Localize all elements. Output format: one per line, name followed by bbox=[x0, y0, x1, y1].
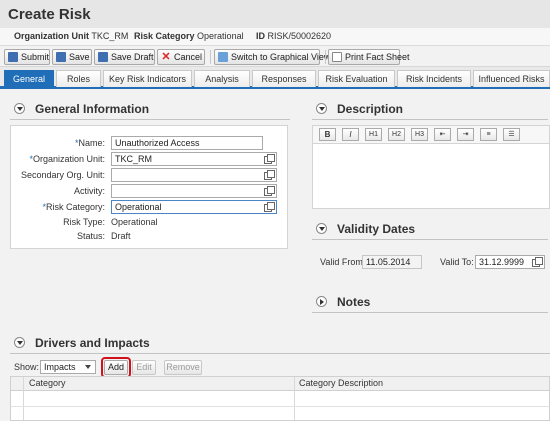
activity-field[interactable] bbox=[111, 184, 277, 198]
content-area: General Information *Name: Unauthorized … bbox=[0, 92, 550, 421]
edit-button[interactable]: Edit bbox=[132, 360, 156, 375]
row-selector-divider bbox=[23, 377, 24, 420]
secondary-org-field[interactable] bbox=[111, 168, 277, 182]
save-draft-icon bbox=[98, 52, 108, 62]
tab-analysis[interactable]: Analysis bbox=[194, 70, 250, 87]
valid-to-label: Valid To: bbox=[440, 257, 474, 267]
status-label: Status: bbox=[76, 231, 105, 241]
section-divider bbox=[10, 119, 290, 120]
toolbar-separator bbox=[210, 50, 211, 64]
column-category-description[interactable]: Category Description bbox=[299, 377, 383, 390]
print-fact-sheet-button[interactable]: Print Fact Sheet bbox=[328, 49, 410, 65]
section-divider bbox=[10, 353, 550, 354]
h1-button[interactable]: H1 bbox=[365, 128, 382, 141]
page-title: Create Risk bbox=[8, 6, 91, 23]
name-field[interactable]: Unauthorized Access bbox=[111, 136, 263, 150]
collapse-icon[interactable] bbox=[14, 103, 25, 114]
tab-risk-evaluation[interactable]: Risk Evaluation bbox=[318, 70, 395, 87]
validity-title: Validity Dates bbox=[337, 222, 416, 236]
section-divider bbox=[312, 239, 548, 240]
indent-icon[interactable]: ⇥ bbox=[457, 128, 474, 141]
general-info-header[interactable]: General Information bbox=[14, 102, 149, 116]
valid-from-label: Valid From: bbox=[320, 257, 366, 267]
secondary-org-label: Secondary Org. Unit: bbox=[20, 170, 105, 180]
status-value: Draft bbox=[111, 231, 131, 241]
remove-button[interactable]: Remove bbox=[164, 360, 202, 375]
table-header: Category Category Description bbox=[11, 377, 549, 391]
value-help-icon[interactable] bbox=[264, 170, 275, 180]
graphical-view-icon bbox=[218, 52, 228, 62]
org-unit-info: Organization Unit TKC_RM bbox=[14, 31, 129, 41]
rich-text-toolbar: B I H1 H2 H3 ⇤ ⇥ ≡ ☰ bbox=[313, 126, 549, 144]
calendar-icon[interactable] bbox=[532, 257, 543, 267]
notes-title: Notes bbox=[337, 295, 371, 309]
valid-to-field[interactable]: 31.12.9999 bbox=[475, 255, 545, 269]
save-draft-button[interactable]: Save Draft bbox=[94, 49, 155, 65]
value-help-icon[interactable] bbox=[264, 202, 275, 212]
description-header[interactable]: Description bbox=[316, 102, 403, 116]
pdf-icon bbox=[332, 52, 342, 62]
tab-general[interactable]: General bbox=[4, 70, 54, 87]
submit-button[interactable]: Submit bbox=[4, 49, 50, 65]
h2-button[interactable]: H2 bbox=[388, 128, 405, 141]
general-info-form: *Name: Unauthorized Access *Organization… bbox=[10, 125, 288, 249]
numbered-list-icon[interactable]: ≡ bbox=[480, 128, 497, 141]
description-title: Description bbox=[337, 102, 404, 116]
drivers-title: Drivers and Impacts bbox=[35, 336, 150, 350]
risk-type-label: Risk Type: bbox=[63, 217, 105, 227]
collapse-icon[interactable] bbox=[316, 223, 327, 234]
cancel-icon: ✕ bbox=[161, 51, 171, 63]
name-label: *Name: bbox=[74, 138, 105, 148]
toolbar-separator bbox=[325, 50, 326, 64]
show-label: Show: bbox=[14, 362, 40, 372]
section-divider bbox=[312, 312, 548, 313]
bullet-list-icon[interactable]: ☰ bbox=[503, 128, 520, 141]
expand-icon[interactable] bbox=[316, 296, 327, 307]
graphical-view-button[interactable]: Switch to Graphical View bbox=[214, 49, 330, 65]
risk-category-field[interactable]: Operational bbox=[111, 200, 277, 214]
valid-from-field: 11.05.2014 bbox=[362, 255, 422, 269]
activity-label: Activity: bbox=[73, 186, 105, 196]
title-bar: Create Risk bbox=[0, 0, 550, 28]
add-button-highlight bbox=[101, 357, 131, 378]
risk-category-info: Risk Category Operational bbox=[134, 31, 244, 41]
show-select[interactable]: Impacts bbox=[40, 360, 96, 374]
header-info-bar: Organization Unit TKC_RM Risk Category O… bbox=[0, 28, 550, 46]
org-unit-field[interactable]: TKC_RM bbox=[111, 152, 277, 166]
description-editor[interactable]: B I H1 H2 H3 ⇤ ⇥ ≡ ☰ bbox=[312, 125, 550, 209]
save-button[interactable]: Save bbox=[52, 49, 92, 65]
notes-header[interactable]: Notes bbox=[316, 295, 370, 309]
id-info: ID RISK/50002620 bbox=[256, 31, 332, 41]
risk-category-label: *Risk Category: bbox=[42, 202, 105, 212]
tab-risk-incidents[interactable]: Risk Incidents bbox=[397, 70, 471, 87]
general-info-title: General Information bbox=[35, 102, 150, 116]
save-icon bbox=[56, 52, 66, 62]
collapse-icon[interactable] bbox=[14, 337, 25, 348]
h3-button[interactable]: H3 bbox=[411, 128, 428, 141]
risk-type-value: Operational bbox=[111, 217, 158, 227]
validity-header[interactable]: Validity Dates bbox=[316, 222, 415, 236]
italic-button[interactable]: I bbox=[342, 128, 359, 141]
cancel-button[interactable]: ✕ Cancel bbox=[157, 49, 205, 65]
table-row[interactable] bbox=[11, 406, 549, 407]
drivers-header[interactable]: Drivers and Impacts bbox=[14, 336, 150, 350]
column-category[interactable]: Category bbox=[29, 377, 66, 390]
bold-button[interactable]: B bbox=[319, 128, 336, 141]
value-help-icon[interactable] bbox=[264, 154, 275, 164]
column-divider bbox=[294, 377, 295, 420]
drivers-table: Category Category Description bbox=[10, 376, 550, 421]
org-unit-label: *Organization Unit: bbox=[29, 154, 105, 164]
tab-roles[interactable]: Roles bbox=[56, 70, 101, 87]
tab-key-risk-indicators[interactable]: Key Risk Indicators bbox=[103, 70, 192, 87]
submit-icon bbox=[8, 52, 18, 62]
main-toolbar: Submit Save Save Draft ✕ Cancel Switch to… bbox=[0, 47, 550, 67]
outdent-icon[interactable]: ⇤ bbox=[434, 128, 451, 141]
section-divider bbox=[312, 119, 548, 120]
tab-responses[interactable]: Responses bbox=[252, 70, 316, 87]
chevron-down-icon bbox=[85, 365, 91, 369]
tab-influenced-risks[interactable]: Influenced Risks bbox=[473, 70, 550, 87]
value-help-icon[interactable] bbox=[264, 186, 275, 196]
collapse-icon[interactable] bbox=[316, 103, 327, 114]
tab-bar: General Roles Key Risk Indicators Analys… bbox=[0, 67, 550, 89]
